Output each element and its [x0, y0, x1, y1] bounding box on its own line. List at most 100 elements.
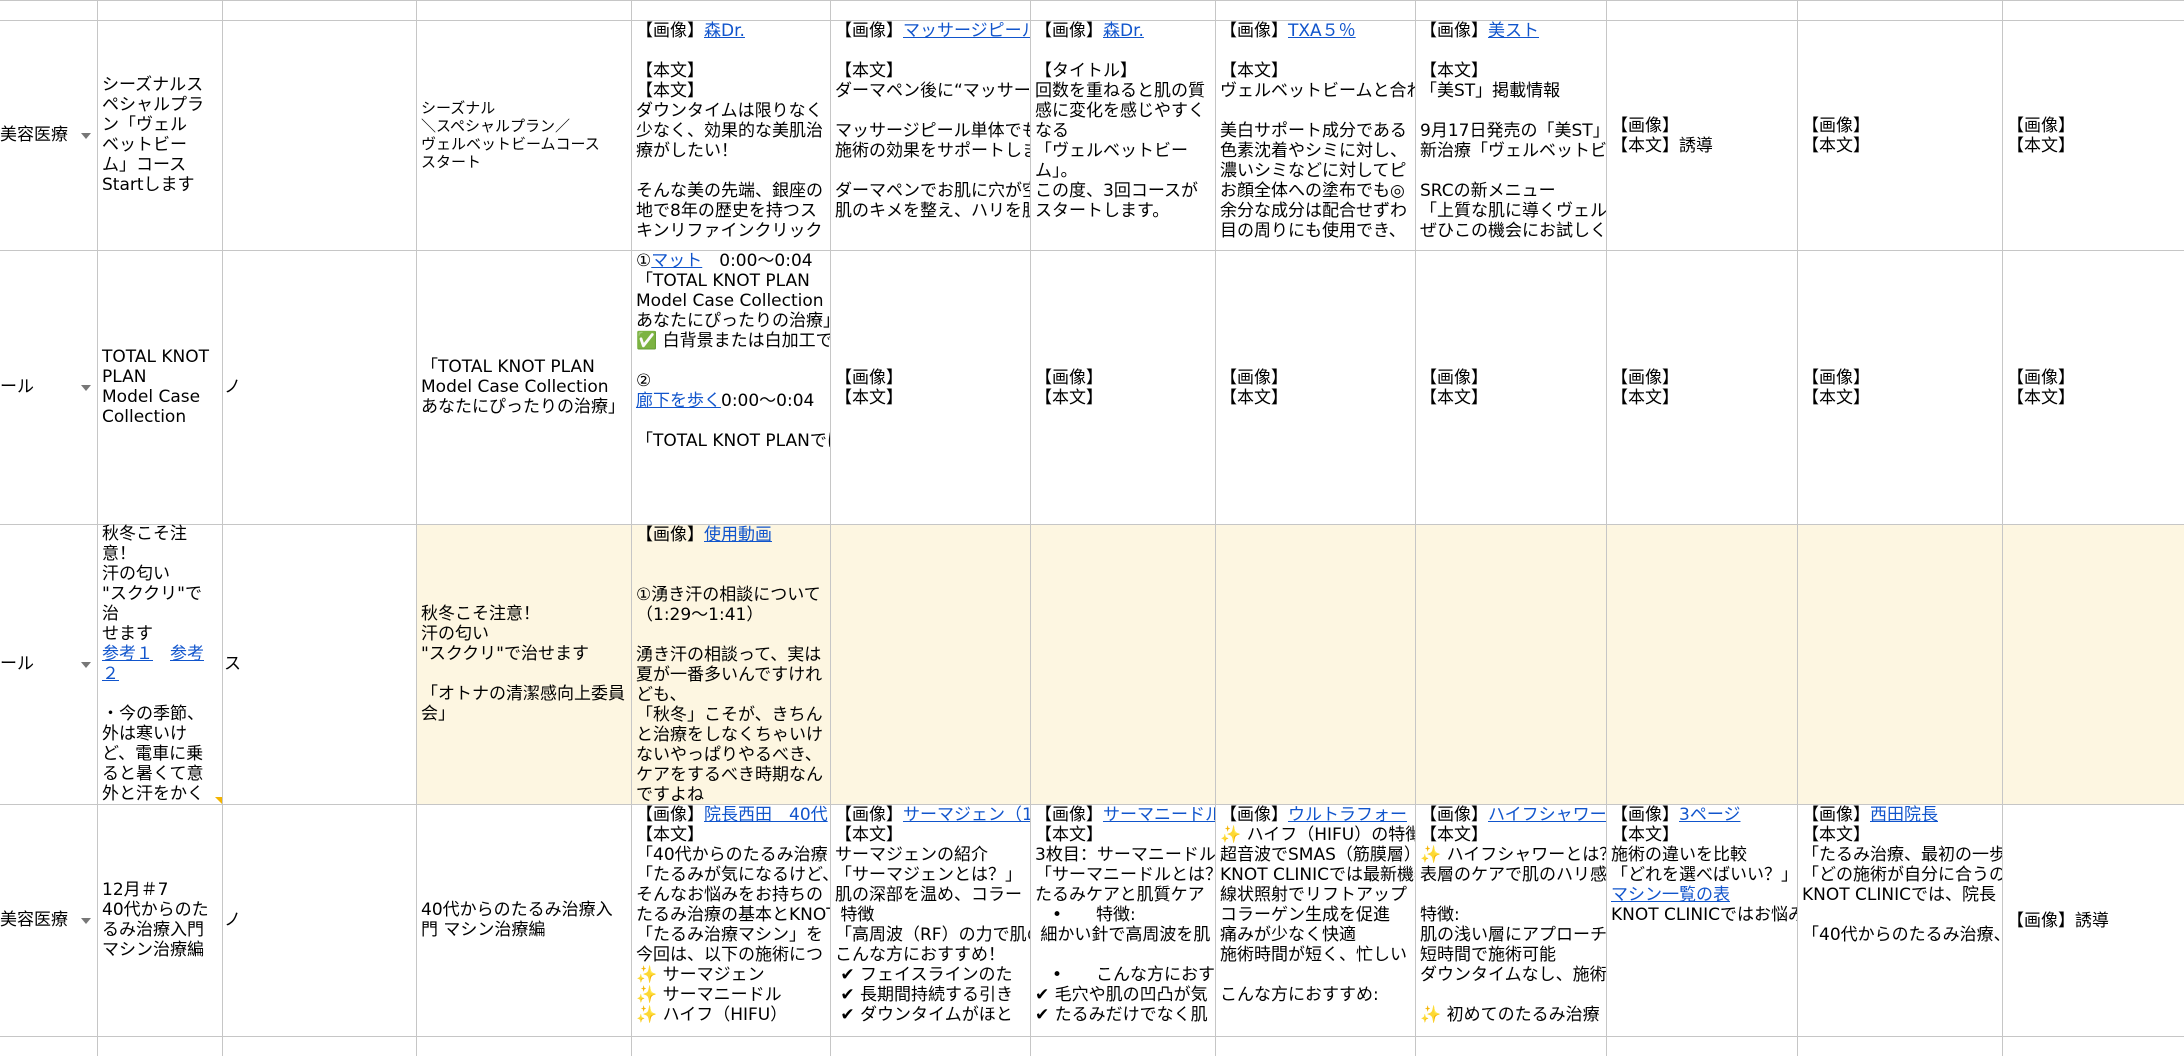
cell-text-line: 【本文】 — [1220, 388, 1411, 408]
slide-cell[interactable]: 【画像】ウルトラフォー ✨ ハイフ（HIFU）の特徴 超音波でSMAS（筋膜層） KN… — [1216, 805, 1415, 1036]
slide-cell[interactable]: 【画像】 【本文】 — [1416, 251, 1606, 524]
cell-text-line: 【本文】 — [636, 61, 826, 81]
title-cell[interactable]: 秋冬こそ注 意！ 汗の匂い "スククリ"で治 せます 参考１ 参考 ２ ・今の季節、 外は寒いけ… — [98, 524, 222, 804]
slide-cell[interactable]: 【画像】 【本文】 — [1216, 251, 1415, 524]
summary-line: ヴェルベットビームコース — [421, 135, 600, 153]
cell-text: 「どの施術が自分に合うの — [1802, 865, 2002, 885]
cell-text: 【画像】 — [1035, 805, 1103, 825]
category-value: ール — [0, 377, 34, 397]
cell-text-line: ム」。 — [1035, 161, 1211, 181]
cell-text: 【本文】 — [1035, 825, 1103, 845]
cell-link[interactable]: ウルトラフォー — [1288, 805, 1407, 825]
cell-text: 【画像】 — [1611, 115, 1679, 136]
summary-cell[interactable]: シーズナル ＼スペシャルプラン／ ヴェルベットビームコース スタート — [417, 20, 631, 250]
slide-cell[interactable]: 【画像】 【本文】 — [1798, 251, 2002, 524]
cell-text-line: ダウンタイムは限りなく — [636, 101, 826, 121]
summary-cell[interactable]: 「TOTAL KNOT PLAN Model Case Collection あなた… — [417, 250, 631, 524]
cell-text: 【画像】 — [835, 21, 903, 41]
summary-cell[interactable]: 40代からのたるみ治療入門 マシン治療編 — [417, 804, 631, 1036]
slide-cell[interactable]: 【画像】 【本文】 — [1798, 21, 2002, 250]
slide-cell[interactable] — [1416, 525, 1606, 804]
dropdown-arrow-icon[interactable] — [81, 385, 91, 391]
slide-cell[interactable]: 【画像】森Dr. 【本文】 【本文】 ダウンタイムは限りなく 少なく、効果的な美肌治 療が… — [632, 21, 830, 250]
title-note-line — [102, 684, 218, 704]
cell-text-line: あなたにぴったりの治療」 — [636, 311, 830, 331]
slide-cell[interactable]: 【画像】TXA５％ 【本文】 ヴェルベットビームと合わ 美白サポート成分である 色素沈着… — [1216, 21, 1415, 250]
slide-cell[interactable]: 【画像】使用動画 ①湧き汗の相談について （1:29〜1:41） 湧き汗の相談って、実… — [632, 525, 830, 804]
cell-text-line: なる — [1035, 121, 1211, 141]
slide-cell[interactable]: 【画像】サーマニードル 【本文】 3枚目：サーマニードル 「サーマニードルとは？ たるみ… — [1031, 805, 1215, 1036]
slide-cell[interactable]: 【画像】ハイフシャワー 【本文】 ✨ ハイフシャワーとは？ 表層のケアで肌のハリ感 特徴… — [1416, 805, 1606, 1036]
slide-cell[interactable]: 【画像】美スト 【本文】 「美ST」掲載情報 9月17日発売の「美ST」2 新治療「ヴェ… — [1416, 21, 1606, 250]
slide-cell[interactable] — [1607, 525, 1797, 804]
cell-text-line: • こんな方におす — [1035, 965, 1215, 985]
cell-text: こんな方におすすめ: — [1220, 985, 1379, 1005]
cell-text-line: （1:29〜1:41） — [636, 605, 826, 625]
cell-text-line: 【本文】 — [835, 388, 1026, 408]
dropdown-arrow-icon[interactable] — [81, 918, 91, 924]
cell-text: ✔ 長期間持続する引き — [835, 985, 1014, 1005]
slide-cell[interactable] — [2003, 525, 2184, 804]
reference-link-2-cont[interactable]: ２ — [102, 664, 119, 684]
slide-cell[interactable]: 【画像】西田院長 【本文】 「たるみ治療、最初の一歩 「どの施術が自分に合うの KNOT… — [1798, 805, 2002, 1036]
slide-cell[interactable]: 【画像】サーマジェン（1 【本文】 サーマジェンの紹介 「サーマジェンとは？」 肌の深部… — [831, 805, 1030, 1036]
dropdown-arrow-icon[interactable] — [81, 133, 91, 139]
slide-cell[interactable] — [1031, 525, 1215, 804]
slide-cell[interactable]: 【画像】 【本文】 — [1031, 251, 1215, 524]
cell-text-line: 「どれを選べばいい？」 — [1611, 865, 1797, 885]
row-border — [0, 0, 2184, 1]
cell-link[interactable]: 西田院長 — [1870, 805, 1938, 825]
cell-link[interactable]: 使用動画 — [704, 525, 772, 545]
cell-link[interactable]: ハイフシャワー — [1488, 805, 1606, 825]
cell-link[interactable]: マット — [651, 251, 702, 271]
cell-text: 特徴 — [835, 905, 875, 925]
cell-link[interactable]: 廊下を歩く — [636, 391, 721, 411]
cell-text: 湧き汗の相談って、実は — [636, 645, 822, 665]
cell-link[interactable]: 3ページ — [1679, 805, 1740, 825]
cell-link[interactable]: TXA５％ — [1288, 21, 1356, 41]
comment-marker-icon[interactable] — [215, 797, 222, 804]
cell-link[interactable]: 美スト — [1488, 21, 1539, 41]
cell-text-line: SRCの新メニュー — [1420, 181, 1602, 201]
cell-link[interactable]: 森Dr. — [704, 21, 745, 41]
summary-cell[interactable]: 秋冬こそ注意！ 汗の匂い "スククリ"で治せます 「オトナの清潔感向上委員 会」 — [417, 524, 631, 804]
slide-cell[interactable] — [831, 525, 1030, 804]
slide-cell[interactable] — [1798, 525, 2002, 804]
slide-cell[interactable] — [1216, 525, 1415, 804]
cell-text: 【画像】 — [1420, 367, 1488, 388]
cell-text-line: 短時間で施術可能 — [1420, 945, 1602, 965]
cell-link[interactable]: サーマジェン（1 — [903, 805, 1030, 825]
slide-cell[interactable]: 【画像】 【本文】 — [831, 251, 1030, 524]
slide-cell[interactable]: 【画像】マッサージピール 【本文】 ダーマペン後に“マッサー マッサージピール単体でも… — [831, 21, 1030, 250]
title-cell[interactable]: 12月＃7 40代からのた るみ治療入門 マシン治療編 — [98, 804, 222, 1036]
cell-text-line — [1420, 101, 1602, 121]
title-cell[interactable]: シーズナルス ペシャルプラ ン「ヴェル ベットビー ム」コース Startします — [98, 20, 222, 250]
slide-cell[interactable]: 【画像】3ページ 【本文】 施術の違いを比較 「どれを選べばいい？」 マシン一覧の表 KN… — [1607, 805, 1797, 1036]
cell-link[interactable]: 院長西田 40代 — [704, 805, 828, 825]
reference-links: ２ — [102, 664, 218, 684]
cell-text-line: 「TOTAL KNOT PLANでは、 — [636, 431, 830, 451]
overflow-text-fragment: ノ — [224, 377, 241, 397]
reference-link-2[interactable]: 参考 — [170, 644, 204, 664]
summary-line: ＼スペシャルプラン／ — [421, 117, 570, 135]
cell-text: ✨ サーマジェン — [636, 965, 765, 985]
slide-cell[interactable]: 【画像】 【本文】 — [2003, 21, 2184, 250]
reference-link-1[interactable]: 参考１ — [102, 644, 153, 664]
cell-text: 濃いシミなどに対してピ — [1220, 161, 1407, 181]
slide-cell[interactable]: 【画像】森Dr. 【タイトル】 回数を重ねると肌の質 感に変化を感じやすく なる 「ヴェル… — [1031, 21, 1215, 250]
title-cell[interactable]: TOTAL KNOT PLAN Model Case Collection — [98, 250, 222, 524]
cell-text: そんなお悩みをお持ちの — [636, 885, 823, 905]
slide-cell[interactable]: 【画像】 【本文】 — [1607, 251, 1797, 524]
cell-link[interactable]: マッサージピール — [903, 21, 1030, 41]
cell-link[interactable]: 森Dr. — [1103, 21, 1144, 41]
cell-link[interactable]: サーマニードル — [1103, 805, 1215, 825]
dropdown-arrow-icon[interactable] — [81, 662, 91, 668]
cell-link[interactable]: マシン一覧の表 — [1611, 885, 1730, 905]
title-line: 40代からのた — [102, 900, 209, 920]
cell-text-line — [835, 101, 1026, 121]
slide-cell[interactable]: 【画像】誘導 — [2003, 805, 2184, 1036]
slide-cell[interactable]: 【画像】院長西田 40代 【本文】 「40代からのたるみ治療 「たるみが気になるけど、… — [632, 805, 830, 1036]
slide-cell[interactable]: 【画像】 【本文】 — [2003, 251, 2184, 524]
slide-cell[interactable]: ①マット 0:00〜0:04 「TOTAL KNOT PLAN Model Case… — [632, 251, 830, 524]
slide-cell[interactable]: 【画像】 【本文】誘導 — [1607, 21, 1797, 250]
